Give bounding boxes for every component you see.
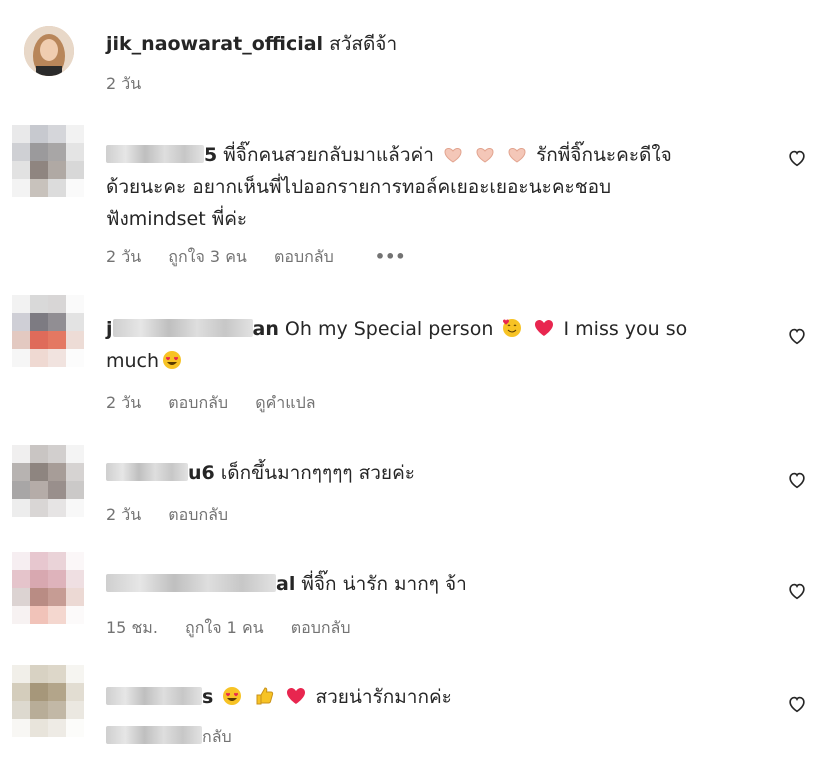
comment-text: เด็กขึ้นมากๆๆๆๆ สวยค่ะ [220, 462, 415, 484]
post-caption-text: สวัสดีจ้า [329, 33, 398, 55]
heart-hands-emoji [476, 148, 494, 163]
likes-count[interactable]: ถูกใจ 1 คน [185, 618, 264, 637]
comment-username[interactable]: j [106, 318, 113, 340]
more-options-button[interactable]: ••• [375, 247, 406, 266]
comment-username[interactable]: 5 [204, 144, 217, 166]
heart-hands-emoji [444, 148, 462, 163]
reply-button[interactable]: ตอบกลับ [168, 393, 228, 412]
comment-time: 2 วัน [106, 247, 142, 266]
heart-eyes-emoji [163, 351, 182, 369]
likes-count[interactable]: ถูกใจ 3 คน [168, 247, 247, 266]
reply-button[interactable]: ตอบกลับ [168, 505, 228, 524]
heart-outline-icon[interactable] [786, 693, 808, 715]
heart-outline-icon[interactable] [786, 469, 808, 491]
comment-text: พี่จิ๊ก น่ารัก มากๆ จ้า [301, 573, 467, 595]
comment-username[interactable]: u6 [188, 462, 215, 484]
comment-username[interactable]: al [276, 573, 295, 595]
red-heart-emoji [535, 320, 554, 336]
comment: al พี่จิ๊ก น่ารัก มากๆ จ้า 15 ชม. ถูกใจ … [0, 552, 820, 647]
smiling-face-with-hearts-emoji [503, 319, 522, 337]
comment-text: รักพี่จิ๊กนะคะดีใจ [536, 144, 672, 166]
heart-outline-icon[interactable] [786, 325, 808, 347]
comment-text: Oh my Special person [284, 318, 494, 340]
thumbs-up-emoji [256, 687, 274, 705]
blurred-username [106, 574, 276, 592]
blurred-meta [106, 726, 202, 744]
post-caption: jik_naowarat_official สวัสดีจ้า 2 วัน [0, 0, 820, 110]
comment-text: ฟังmindset พี่ค่ะ [106, 208, 248, 230]
comment-username[interactable]: an [253, 318, 279, 340]
comment-text: ด้วยนะคะ อยากเห็นพี่ไปออกรายการทอล์คเยอะ… [106, 176, 612, 198]
comment: j an Oh my Special person I miss you so m… [0, 295, 820, 425]
avatar[interactable] [24, 26, 74, 76]
comment-text: much [106, 350, 160, 372]
comment-text: สวยน่ารักมากค่ะ [315, 686, 452, 708]
comment-text: พี่จิ๊กคนสวยกลับมาแล้วค่า [223, 144, 434, 166]
blurred-username [112, 319, 253, 337]
post-time: 2 วัน [106, 74, 142, 93]
post-username[interactable]: jik_naowarat_official [106, 33, 323, 55]
comment-time: 2 วัน [106, 505, 142, 524]
see-translation-button[interactable]: ดูคำแปล [255, 393, 315, 412]
blurred-username [106, 687, 202, 705]
reply-button[interactable]: ตอบกลับ [274, 247, 334, 266]
heart-eyes-emoji [223, 687, 242, 705]
comment-text: I miss you so [563, 318, 688, 340]
avatar[interactable] [12, 445, 84, 517]
blurred-username [106, 145, 204, 163]
comment-time: 15 ชม. [106, 618, 158, 637]
heart-outline-icon[interactable] [786, 580, 808, 602]
reply-button[interactable]: กลับ [202, 727, 232, 746]
red-heart-emoji [287, 688, 306, 704]
comment: s สวยน่ารักมากค่ะ กลับ [0, 665, 820, 779]
heart-outline-icon[interactable] [786, 147, 808, 169]
comment: u6 เด็กขึ้นมากๆๆๆๆ สวยค่ะ 2 วัน ตอบกลับ [0, 445, 820, 540]
avatar[interactable] [12, 552, 84, 624]
comment-username[interactable]: s [202, 686, 213, 708]
reply-button[interactable]: ตอบกลับ [291, 618, 351, 637]
blurred-username [106, 463, 188, 481]
avatar[interactable] [12, 295, 84, 367]
comment: 5 พี่จิ๊กคนสวยกลับมาแล้วค่า รักพี่จิ๊กนะ… [0, 125, 820, 285]
heart-hands-emoji [508, 148, 526, 163]
avatar[interactable] [12, 125, 84, 197]
comment-time: 2 วัน [106, 393, 142, 412]
avatar[interactable] [12, 665, 84, 737]
